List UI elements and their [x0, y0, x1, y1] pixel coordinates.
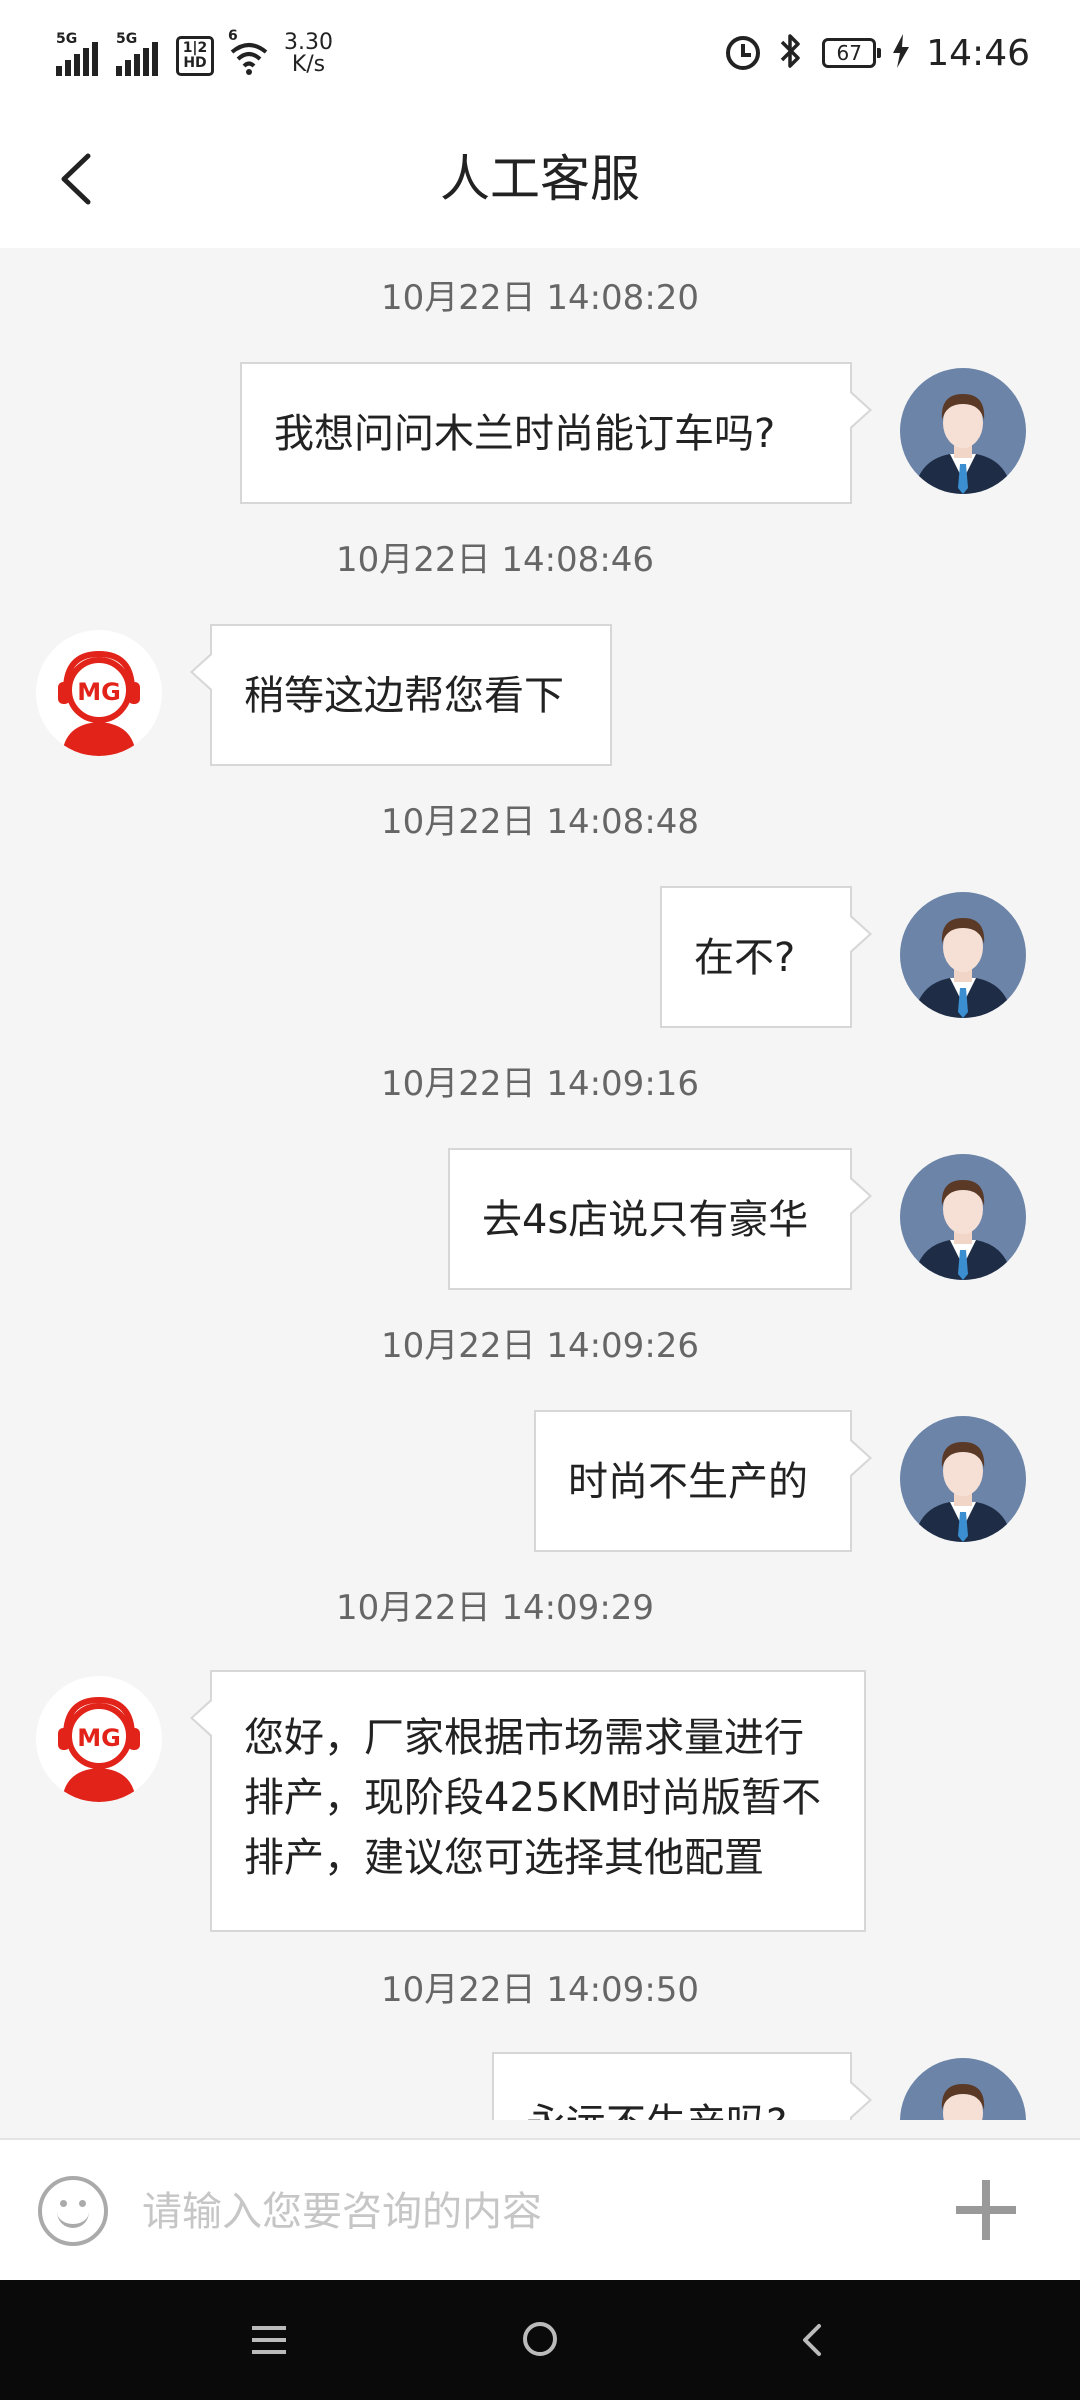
message-timestamp: 10月22日 14:08:48 [381, 802, 700, 842]
app-header: 人工客服 [0, 110, 1080, 248]
network-speed: 3.30 K/s [284, 32, 333, 76]
user-message-bubble[interactable]: 在不? [660, 886, 872, 1028]
hd-top-label: 1|2 [182, 40, 208, 56]
page-title: 人工客服 [440, 150, 640, 208]
user-message-bubble[interactable]: 时尚不生产的 [534, 1410, 872, 1552]
message-text: 时尚不生产的 [568, 1459, 808, 1505]
hd-bottom-label: HD [183, 55, 207, 71]
charging-icon [892, 34, 910, 72]
speed-unit: K/s [291, 52, 326, 77]
wifi-icon: 6 [228, 28, 270, 76]
message-text: 您好，厂家根据市场需求量进行排产，现阶段425KM时尚版暂不排产，建议您可选择其… [244, 1715, 822, 1881]
smiley-icon[interactable] [38, 2176, 108, 2246]
status-right: 67 14:46 [726, 30, 1030, 76]
wifi-gen-label: 6 [228, 28, 238, 44]
user-avatar[interactable] [900, 1154, 1026, 1280]
plus-icon[interactable] [956, 2180, 1016, 2240]
signal-icon-sim2: 5G [116, 32, 162, 76]
agent-avatar[interactable]: MG [36, 1676, 162, 1802]
user-avatar[interactable] [900, 1416, 1026, 1542]
message-text: 在不? [694, 935, 796, 981]
mg-logo-text: MG [77, 678, 121, 706]
agent-message-bubble[interactable]: 稍等这边帮您看下 [190, 624, 612, 766]
message-timestamp: 10月22日 14:08:20 [381, 278, 700, 318]
mg-logo-text: MG [77, 1724, 121, 1752]
battery-level: 67 [836, 41, 862, 65]
message-timestamp: 10月22日 14:08:46 [336, 540, 655, 580]
alarm-icon [726, 36, 761, 70]
status-bar: 5G 5G 1|2 HD 6 3.30 K/s 67 14:46 [0, 0, 1080, 110]
back-triangle-icon[interactable] [795, 2322, 831, 2358]
user-message-bubble[interactable]: 我想问问木兰时尚能订车吗? [240, 362, 872, 504]
user-message-bubble[interactable]: 永远不生产吗? [492, 2052, 872, 2120]
user-avatar[interactable] [900, 2058, 1026, 2120]
hd-voice-icon: 1|2 HD [176, 36, 214, 76]
message-timestamp: 10月22日 14:09:50 [381, 1970, 700, 2010]
menu-icon[interactable] [252, 2326, 286, 2354]
chat-list[interactable]: 10月22日 14:08:20 我想问问木兰时尚能订车吗? 10月22日 14:… [0, 248, 1080, 2120]
home-circle-icon[interactable] [523, 2322, 557, 2356]
battery-icon: 67 [822, 38, 882, 68]
message-timestamp: 10月22日 14:09:26 [381, 1326, 700, 1366]
user-avatar[interactable] [900, 368, 1026, 494]
speed-value: 3.30 [284, 30, 333, 55]
user-message-bubble[interactable]: 去4s店说只有豪华 [448, 1148, 872, 1290]
status-time: 14:46 [926, 32, 1030, 74]
message-text: 稍等这边帮您看下 [244, 673, 564, 719]
message-input-bar [0, 2138, 1080, 2280]
agent-avatar[interactable]: MG [36, 630, 162, 756]
message-text: 永远不生产吗? [526, 2101, 787, 2120]
system-nav-bar [0, 2280, 1080, 2400]
user-avatar[interactable] [900, 892, 1026, 1018]
message-timestamp: 10月22日 14:09:16 [381, 1064, 700, 1104]
agent-message-bubble[interactable]: 您好，厂家根据市场需求量进行排产，现阶段425KM时尚版暂不排产，建议您可选择其… [190, 1670, 866, 1932]
message-text: 我想问问木兰时尚能订车吗? [274, 411, 776, 457]
message-timestamp: 10月22日 14:09:29 [336, 1588, 655, 1628]
message-input[interactable] [142, 2184, 882, 2240]
signal-icon-sim1: 5G [56, 32, 102, 76]
message-text: 去4s店说只有豪华 [482, 1197, 809, 1243]
bluetooth-icon [776, 31, 806, 75]
status-left: 5G 5G 1|2 HD 6 3.30 K/s [56, 28, 333, 76]
